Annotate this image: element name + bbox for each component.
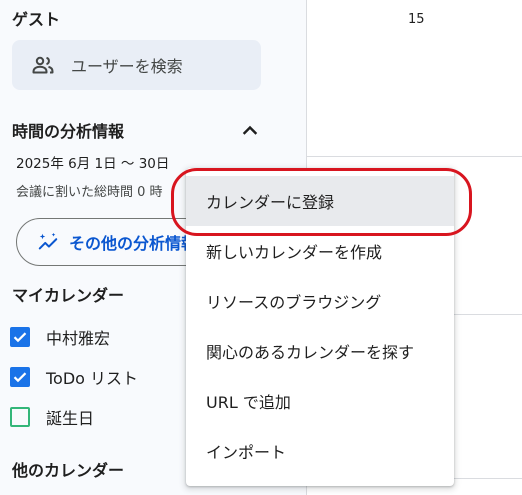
grid-divider bbox=[307, 156, 522, 157]
search-users-button[interactable]: ユーザーを検索 bbox=[12, 40, 261, 90]
menu-item-subscribe[interactable]: カレンダーに登録 bbox=[186, 176, 454, 226]
menu-item-browse-resources[interactable]: リソースのブラウジング bbox=[186, 276, 454, 326]
menu-item-browse-interesting[interactable]: 関心のあるカレンダーを探す bbox=[186, 326, 454, 376]
calendar-item-birthdays[interactable]: 誕生日 bbox=[10, 405, 94, 429]
sparkle-chart-icon bbox=[38, 232, 58, 250]
checkbox-checked-icon[interactable] bbox=[10, 327, 30, 347]
time-insights-date-range: 2025年 6月 1日 〜 30日 bbox=[16, 156, 170, 172]
people-icon bbox=[32, 56, 54, 74]
checkbox-unchecked-icon[interactable] bbox=[10, 407, 30, 427]
menu-item-create-calendar[interactable]: 新しいカレンダーを作成 bbox=[186, 226, 454, 276]
calendar-item-nakamura[interactable]: 中村雅宏 bbox=[10, 325, 110, 349]
calendar-item-label: ToDo リスト bbox=[46, 369, 139, 388]
calendar-item-todo[interactable]: ToDo リスト bbox=[10, 365, 138, 389]
calendar-item-label: 誕生日 bbox=[46, 409, 95, 428]
calendar-app: ゲスト ユーザーを検索 時間の分析情報 2025年 6月 1日 〜 30日 会議… bbox=[0, 0, 522, 495]
chevron-up-icon[interactable] bbox=[238, 118, 262, 142]
meeting-time-total: 会議に割いた総時間 0 時 bbox=[16, 185, 163, 200]
other-calendars-title: 他のカレンダー bbox=[12, 461, 125, 480]
my-calendars-title: マイカレンダー bbox=[12, 286, 125, 305]
menu-item-import[interactable]: インポート bbox=[186, 426, 454, 476]
more-insights-label: その他の分析情報 bbox=[69, 234, 198, 253]
time-insights-title: 時間の分析情報 bbox=[12, 122, 125, 141]
search-users-label: ユーザーを検索 bbox=[71, 57, 183, 76]
day-number[interactable]: 15 bbox=[408, 12, 425, 27]
calendar-item-label: 中村雅宏 bbox=[46, 329, 111, 348]
time-insights-header: 時間の分析情報 bbox=[12, 118, 262, 142]
checkbox-checked-icon[interactable] bbox=[10, 367, 30, 387]
menu-item-add-from-url[interactable]: URL で追加 bbox=[186, 376, 454, 426]
guest-section-title: ゲスト bbox=[12, 10, 61, 29]
add-calendar-menu: カレンダーに登録 新しいカレンダーを作成 リソースのブラウジング 関心のあるカレ… bbox=[186, 168, 454, 486]
